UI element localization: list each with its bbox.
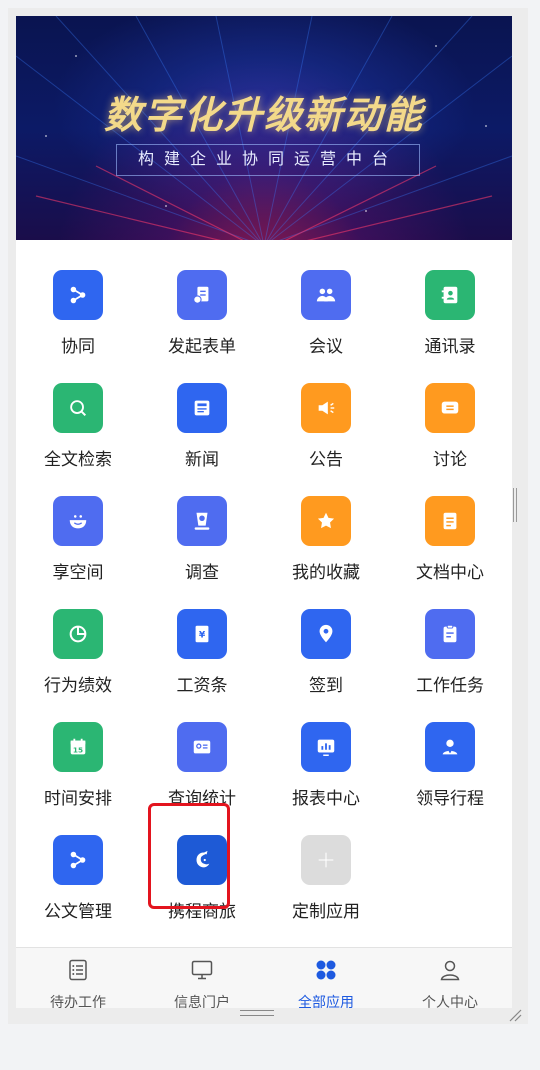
tab-label: 信息门户: [174, 994, 230, 1008]
app-label: 定制应用: [292, 902, 360, 921]
survey-icon[interactable]: [177, 496, 227, 546]
tab-label: 个人中心: [422, 994, 478, 1008]
people-icon[interactable]: [301, 270, 351, 320]
app-item[interactable]: 定制应用: [264, 805, 388, 921]
form-icon[interactable]: [177, 270, 227, 320]
resize-grip-icon[interactable]: [508, 1008, 522, 1022]
app-item[interactable]: 全文检索: [16, 353, 140, 469]
search-icon[interactable]: [53, 383, 103, 433]
pie-chart-icon[interactable]: [53, 609, 103, 659]
clipboard-icon[interactable]: [425, 609, 475, 659]
monitor-icon: [191, 960, 213, 980]
tab-all-apps[interactable]: 全部应用: [264, 948, 388, 1008]
speaker-icon[interactable]: [301, 383, 351, 433]
app-item[interactable]: 报表中心: [264, 692, 388, 808]
query-card-icon[interactable]: [177, 722, 227, 772]
mobile-screen: 数字化升级新动能 构建企业协同运营中台 协同 发起表单 会议 通讯录全文检索 新闻 公告讨…: [16, 16, 512, 1008]
news-icon[interactable]: [177, 383, 227, 433]
app-item[interactable]: 领导行程: [388, 692, 512, 808]
app-item[interactable]: 发起表单: [140, 240, 264, 356]
app-item[interactable]: 文档中心: [388, 466, 512, 582]
leader-icon[interactable]: [425, 722, 475, 772]
app-item[interactable]: 查询统计: [140, 692, 264, 808]
selection-highlight-box: [148, 803, 230, 909]
app-label: 领导行程: [416, 789, 484, 808]
app-item[interactable]: 我的收藏: [264, 466, 388, 582]
salary-icon[interactable]: ¥: [177, 609, 227, 659]
app-item[interactable]: 签到: [264, 579, 388, 695]
tab-profile[interactable]: 个人中心: [388, 948, 512, 1008]
tab-portal[interactable]: 信息门户: [140, 948, 264, 1008]
app-item[interactable]: 调查: [140, 466, 264, 582]
location-pin-icon[interactable]: [301, 609, 351, 659]
app-item[interactable]: 协同: [16, 240, 140, 356]
star-icon[interactable]: [301, 496, 351, 546]
app-item[interactable]: 享空间: [16, 466, 140, 582]
app-item[interactable]: ¥ 工资条: [140, 579, 264, 695]
bottom-tab-bar: 待办工作 信息门户 全部应用 个人中心: [16, 947, 512, 1008]
banner-title: 数字化升级新动能: [103, 92, 424, 137]
svg-text:15: 15: [73, 746, 83, 755]
app-item[interactable]: 通讯录: [388, 240, 512, 356]
tab-label: 全部应用: [298, 994, 354, 1008]
user-icon: [440, 960, 460, 981]
tab-todo[interactable]: 待办工作: [16, 948, 140, 1008]
banner-subtitle: 构建企业协同运营中台: [116, 144, 420, 176]
share-icon[interactable]: [53, 270, 103, 320]
app-item[interactable]: 行为绩效: [16, 579, 140, 695]
window-frame: 数字化升级新动能 构建企业协同运营中台 协同 发起表单 会议 通讯录全文检索 新闻 公告讨…: [8, 8, 528, 1024]
bowl-icon[interactable]: [53, 496, 103, 546]
banner[interactable]: 数字化升级新动能 构建企业协同运营中台: [16, 16, 512, 240]
todo-list-icon: [69, 959, 87, 981]
share-icon[interactable]: [53, 835, 103, 885]
app-item[interactable]: 工作任务: [388, 579, 512, 695]
contact-book-icon[interactable]: [425, 270, 475, 320]
tab-label: 待办工作: [50, 994, 106, 1008]
chat-icon[interactable]: [425, 383, 475, 433]
calendar-icon[interactable]: 15: [53, 722, 103, 772]
app-item[interactable]: 会议: [264, 240, 388, 356]
app-label: 公文管理: [44, 902, 112, 921]
bottom-resize-handle[interactable]: [240, 1010, 274, 1016]
app-item[interactable]: 15 时间安排: [16, 692, 140, 808]
app-item[interactable]: 公文管理: [16, 805, 140, 921]
app-item[interactable]: 公告: [264, 353, 388, 469]
svg-text:¥: ¥: [199, 630, 206, 641]
app-item[interactable]: 新闻: [140, 353, 264, 469]
document-icon[interactable]: [425, 496, 475, 546]
app-item[interactable]: 讨论: [388, 353, 512, 469]
bar-chart-icon[interactable]: [301, 722, 351, 772]
side-resize-handle[interactable]: [513, 488, 517, 522]
plus-icon[interactable]: [301, 835, 351, 885]
apps-grid-icon: [316, 960, 336, 980]
